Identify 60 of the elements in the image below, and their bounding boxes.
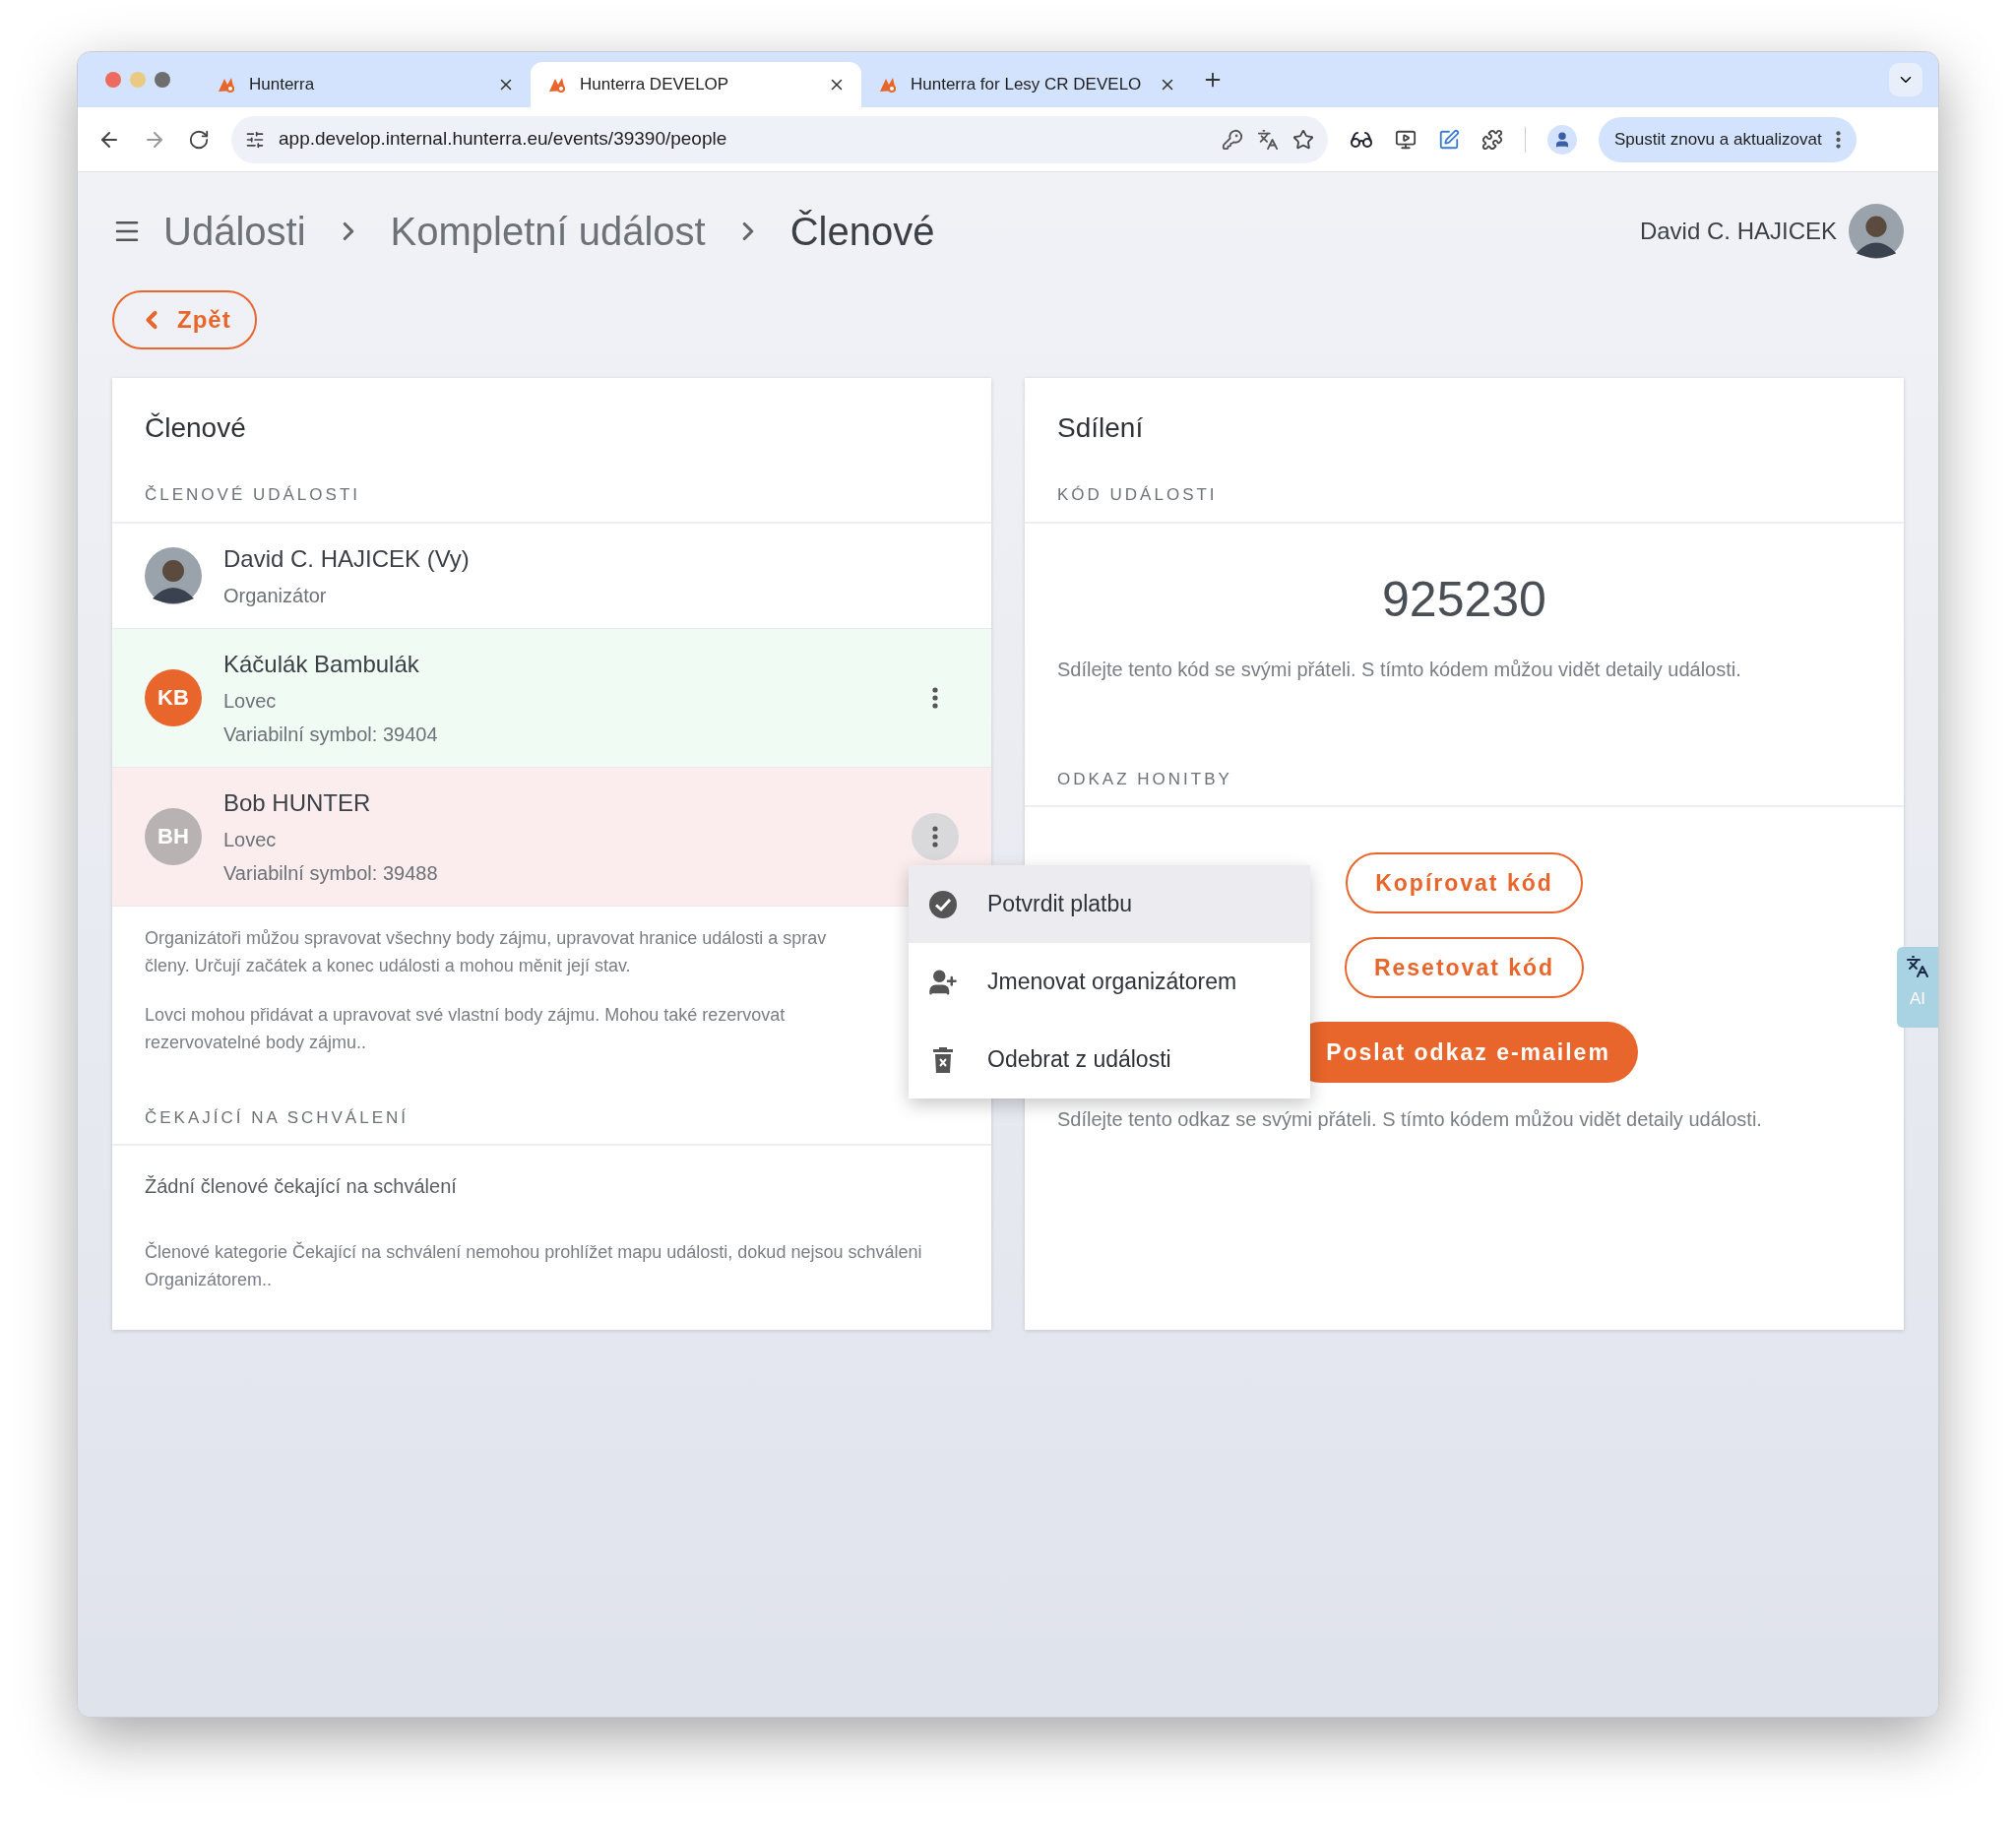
- info-text: Sdílejte tento kód se svými přáteli. S tímto kódem můžou vidět detaily události.: [1056, 657, 1742, 682]
- member-role: Lovec: [223, 688, 278, 714]
- trash-icon: [932, 1046, 954, 1073]
- member-role: Organizátor: [223, 583, 328, 608]
- extension-icon[interactable]: [1395, 128, 1417, 151]
- profile-icon[interactable]: [1547, 124, 1577, 155]
- member-role: Lovec: [223, 827, 278, 852]
- star-icon[interactable]: [1292, 128, 1314, 151]
- variable-symbol: Variabilní symbol: 39404: [223, 722, 439, 747]
- event-code: 925230: [1382, 570, 1546, 629]
- breadcrumb-item[interactable]: Kompletní událost: [390, 202, 706, 261]
- address-field[interactable]: app.develop.internal.hunterra.eu/events/39390/people: [231, 115, 1328, 163]
- tab-title: Hunterra for Lesy CR DEVELO: [911, 74, 1143, 96]
- menu-item[interactable]: Potvrdit platbu: [909, 865, 1310, 943]
- variable-symbol: Variabilní symbol: 39488: [223, 860, 439, 886]
- empty-state-text: Žádní členové čekající na schválení: [144, 1174, 458, 1199]
- member-row[interactable]: KB Káčulák Bambulák Lovec Variabilní symbol: 39404: [112, 628, 991, 768]
- ai-label: AI: [1909, 988, 1926, 1010]
- browser-tab[interactable]: Hunterra for Lesy CR DEVELO: [861, 62, 1192, 107]
- info-text: Lovci mohou přidávat a upravovat své vlastní body zájmu. Mohou také rezervovat rezervovatelné body zájmu..: [144, 1003, 787, 1054]
- key-icon[interactable]: [1222, 128, 1243, 151]
- info-text: Členové kategorie Čekající na schválení nemohou prohlížet mapu události, dokud nejsou schváleni Organizátorem..: [144, 1240, 923, 1291]
- info-text: Organizátoři můžou spravovat všechny body zájmu, upravovat hranice události a sprav členy. Určují začátek a konec události a mohou měnit její stav.: [144, 926, 828, 977]
- menu-item[interactable]: Odebrat z události: [909, 1021, 1310, 1099]
- card-title: Sdílení: [1056, 411, 1145, 445]
- edit-icon[interactable]: [1438, 128, 1460, 151]
- avatar: KB: [145, 668, 202, 726]
- update-button[interactable]: Spustit znovu a aktualizovat: [1599, 116, 1857, 162]
- site-settings-icon[interactable]: [245, 129, 265, 150]
- check-circle-icon: [928, 889, 958, 919]
- member-name: Bob HUNTER: [223, 787, 372, 818]
- browser-tab[interactable]: Hunterra: [200, 62, 531, 107]
- member-name: David C. HAJICEK (Vy): [223, 543, 471, 574]
- translate-icon: [1906, 955, 1929, 978]
- member-name: Káčulák Bambulák: [223, 649, 420, 679]
- avatar: [145, 546, 202, 604]
- info-text: Sdílejte tento odkaz se svými přáteli. S tímto kódem můžou vidět detaily události.: [1056, 1107, 1763, 1132]
- more-icon: [932, 825, 938, 848]
- translate-icon[interactable]: [1257, 128, 1279, 151]
- breadcrumb-item[interactable]: Události: [163, 202, 306, 261]
- section-label: ČEKAJÍCÍ NA SCHVÁLENÍ: [112, 1104, 991, 1146]
- reload-icon[interactable]: [188, 128, 210, 151]
- tab-title: Hunterra: [249, 74, 316, 96]
- url-text: app.develop.internal.hunterra.eu/events/39390/people: [279, 127, 728, 152]
- section-label: ODKAZ HONITBY: [1025, 766, 1904, 807]
- more-icon: [932, 686, 938, 709]
- more-icon: [1835, 130, 1841, 149]
- member-row[interactable]: David C. HAJICEK (Vy) Organizátor: [112, 523, 991, 629]
- user-name[interactable]: David C. HAJICEK: [1639, 214, 1837, 249]
- browser-tab[interactable]: Hunterra DEVELOP: [531, 62, 861, 107]
- card-title: Členové: [144, 411, 247, 445]
- menu-item[interactable]: Jmenovat organizátorem: [909, 943, 1310, 1021]
- extensions-icon[interactable]: [1481, 128, 1503, 151]
- menu-item-label: Jmenovat organizátorem: [987, 968, 1237, 997]
- avatar[interactable]: [1849, 204, 1904, 259]
- tab-title: Hunterra DEVELOP: [580, 74, 730, 96]
- breadcrumb-item: Členové: [789, 209, 935, 255]
- section-label: KÓD UDÁLOSTI: [1025, 482, 1904, 524]
- menu-item-label: Odebrat z události: [987, 1045, 1171, 1075]
- avatar: BH: [145, 807, 202, 865]
